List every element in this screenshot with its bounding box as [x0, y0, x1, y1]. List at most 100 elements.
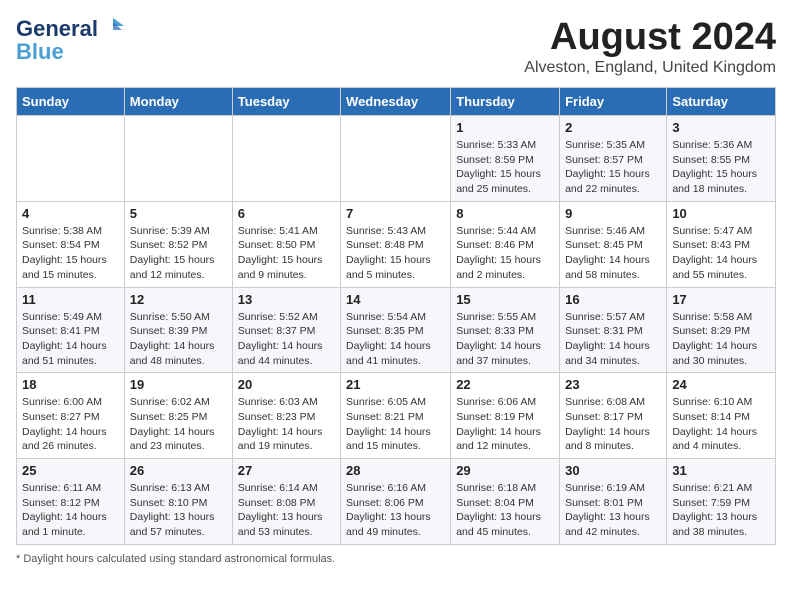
- day-cell: 27 Sunrise: 6:14 AMSunset: 8:08 PMDayligh…: [232, 459, 340, 545]
- day-number: 14: [346, 292, 445, 307]
- logo-bird-icon: [102, 16, 124, 36]
- day-info: Sunrise: 5:49 AMSunset: 8:41 PMDaylight:…: [22, 310, 119, 369]
- day-number: 7: [346, 206, 445, 221]
- day-number: 31: [672, 463, 770, 478]
- weekday-header-wednesday: Wednesday: [341, 88, 451, 116]
- day-info: Sunrise: 5:39 AMSunset: 8:52 PMDaylight:…: [130, 224, 227, 283]
- week-row-2: 4Sunrise: 5:38 AMSunset: 8:54 PMDaylight…: [17, 201, 776, 287]
- page-header: General Blue August 2024 Alveston, Engla…: [16, 16, 776, 77]
- day-number: 24: [672, 377, 770, 392]
- day-info: Sunrise: 5:41 AMSunset: 8:50 PMDaylight:…: [238, 224, 335, 283]
- day-info: Sunrise: 6:19 AMSunset: 8:01 PMDaylight:…: [565, 481, 661, 540]
- day-number: 18: [22, 377, 119, 392]
- day-info: Sunrise: 6:13 AMSunset: 8:10 PMDaylight:…: [130, 481, 227, 540]
- logo: General Blue: [16, 16, 124, 63]
- day-info: Sunrise: 5:58 AMSunset: 8:29 PMDaylight:…: [672, 310, 770, 369]
- weekday-header-tuesday: Tuesday: [232, 88, 340, 116]
- day-cell: 25Sunrise: 6:11 AMSunset: 8:12 PMDayligh…: [17, 459, 125, 545]
- day-cell: 13 Sunrise: 5:52 AMSunset: 8:37 PMDayligh…: [232, 287, 340, 373]
- day-info: Sunrise: 6:16 AMSunset: 8:06 PMDaylight:…: [346, 481, 445, 540]
- day-cell: 2 Sunrise: 5:35 AMSunset: 8:57 PMDaylight…: [560, 116, 667, 202]
- day-cell: 3Sunrise: 5:36 AMSunset: 8:55 PMDaylight…: [667, 116, 776, 202]
- location-title: Alveston, England, United Kingdom: [524, 59, 776, 77]
- day-number: 20: [238, 377, 335, 392]
- day-info: Sunrise: 6:21 AMSunset: 7:59 PMDaylight:…: [672, 481, 770, 540]
- day-number: 26: [130, 463, 227, 478]
- weekday-header-monday: Monday: [124, 88, 232, 116]
- week-row-1: 1Sunrise: 5:33 AMSunset: 8:59 PMDaylight…: [17, 116, 776, 202]
- day-info: Sunrise: 6:00 AMSunset: 8:27 PMDaylight:…: [22, 395, 119, 454]
- day-cell: [232, 116, 340, 202]
- day-number: 10: [672, 206, 770, 221]
- day-cell: 20Sunrise: 6:03 AMSunset: 8:23 PMDayligh…: [232, 373, 340, 459]
- day-info: Sunrise: 5:55 AMSunset: 8:33 PMDaylight:…: [456, 310, 554, 369]
- day-cell: 12 Sunrise: 5:50 AMSunset: 8:39 PMDayligh…: [124, 287, 232, 373]
- day-cell: 5 Sunrise: 5:39 AMSunset: 8:52 PMDaylight…: [124, 201, 232, 287]
- day-info: Sunrise: 6:10 AMSunset: 8:14 PMDaylight:…: [672, 395, 770, 454]
- day-info: Sunrise: 5:35 AMSunset: 8:57 PMDaylight:…: [565, 138, 661, 197]
- day-info: Sunrise: 5:44 AMSunset: 8:46 PMDaylight:…: [456, 224, 554, 283]
- day-cell: 21Sunrise: 6:05 AMSunset: 8:21 PMDayligh…: [341, 373, 451, 459]
- day-cell: 19Sunrise: 6:02 AMSunset: 8:25 PMDayligh…: [124, 373, 232, 459]
- day-cell: 16 Sunrise: 5:57 AMSunset: 8:31 PMDayligh…: [560, 287, 667, 373]
- day-cell: 10 Sunrise: 5:47 AMSunset: 8:43 PMDayligh…: [667, 201, 776, 287]
- weekday-header-friday: Friday: [560, 88, 667, 116]
- day-cell: 29 Sunrise: 6:18 AMSunset: 8:04 PMDayligh…: [451, 459, 560, 545]
- day-info: Sunrise: 5:52 AMSunset: 8:37 PMDaylight:…: [238, 310, 335, 369]
- day-cell: 15 Sunrise: 5:55 AMSunset: 8:33 PMDayligh…: [451, 287, 560, 373]
- day-cell: [124, 116, 232, 202]
- day-number: 8: [456, 206, 554, 221]
- day-cell: 4Sunrise: 5:38 AMSunset: 8:54 PMDaylight…: [17, 201, 125, 287]
- day-cell: 28Sunrise: 6:16 AMSunset: 8:06 PMDayligh…: [341, 459, 451, 545]
- day-number: 30: [565, 463, 661, 478]
- weekday-header-thursday: Thursday: [451, 88, 560, 116]
- day-cell: 1Sunrise: 5:33 AMSunset: 8:59 PMDaylight…: [451, 116, 560, 202]
- day-number: 13: [238, 292, 335, 307]
- day-number: 25: [22, 463, 119, 478]
- day-info: Sunrise: 5:38 AMSunset: 8:54 PMDaylight:…: [22, 224, 119, 283]
- day-info: Sunrise: 5:36 AMSunset: 8:55 PMDaylight:…: [672, 138, 770, 197]
- day-cell: 30 Sunrise: 6:19 AMSunset: 8:01 PMDayligh…: [560, 459, 667, 545]
- day-info: Sunrise: 5:57 AMSunset: 8:31 PMDaylight:…: [565, 310, 661, 369]
- day-number: 27: [238, 463, 335, 478]
- day-cell: 17Sunrise: 5:58 AMSunset: 8:29 PMDayligh…: [667, 287, 776, 373]
- day-number: 2: [565, 120, 661, 135]
- day-number: 11: [22, 292, 119, 307]
- day-number: 5: [130, 206, 227, 221]
- weekday-header-sunday: Sunday: [17, 88, 125, 116]
- week-row-4: 18 Sunrise: 6:00 AMSunset: 8:27 PMDayligh…: [17, 373, 776, 459]
- day-number: 16: [565, 292, 661, 307]
- day-cell: 9 Sunrise: 5:46 AMSunset: 8:45 PMDaylight…: [560, 201, 667, 287]
- day-info: Sunrise: 6:14 AMSunset: 8:08 PMDaylight:…: [238, 481, 335, 540]
- day-number: 6: [238, 206, 335, 221]
- day-info: Sunrise: 6:08 AMSunset: 8:17 PMDaylight:…: [565, 395, 661, 454]
- day-cell: 14 Sunrise: 5:54 AMSunset: 8:35 PMDayligh…: [341, 287, 451, 373]
- day-cell: 11 Sunrise: 5:49 AMSunset: 8:41 PMDayligh…: [17, 287, 125, 373]
- day-number: 29: [456, 463, 554, 478]
- day-info: Sunrise: 5:47 AMSunset: 8:43 PMDaylight:…: [672, 224, 770, 283]
- day-cell: 6 Sunrise: 5:41 AMSunset: 8:50 PMDaylight…: [232, 201, 340, 287]
- day-info: Sunrise: 5:54 AMSunset: 8:35 PMDaylight:…: [346, 310, 445, 369]
- day-number: 23: [565, 377, 661, 392]
- day-number: 12: [130, 292, 227, 307]
- day-info: Sunrise: 6:18 AMSunset: 8:04 PMDaylight:…: [456, 481, 554, 540]
- footer-text: Daylight hours: [23, 553, 93, 565]
- day-cell: 31 Sunrise: 6:21 AMSunset: 7:59 PMDayligh…: [667, 459, 776, 545]
- day-number: 15: [456, 292, 554, 307]
- day-cell: 24 Sunrise: 6:10 AMSunset: 8:14 PMDayligh…: [667, 373, 776, 459]
- day-cell: [17, 116, 125, 202]
- calendar-table: SundayMondayTuesdayWednesdayThursdayFrid…: [16, 87, 776, 545]
- day-cell: [341, 116, 451, 202]
- day-number: 9: [565, 206, 661, 221]
- day-cell: 18 Sunrise: 6:00 AMSunset: 8:27 PMDayligh…: [17, 373, 125, 459]
- day-cell: 7Sunrise: 5:43 AMSunset: 8:48 PMDaylight…: [341, 201, 451, 287]
- day-info: Sunrise: 5:50 AMSunset: 8:39 PMDaylight:…: [130, 310, 227, 369]
- footer-note: * Daylight hours calculated using standa…: [16, 553, 776, 565]
- day-number: 19: [130, 377, 227, 392]
- weekday-header-saturday: Saturday: [667, 88, 776, 116]
- day-info: Sunrise: 5:46 AMSunset: 8:45 PMDaylight:…: [565, 224, 661, 283]
- day-cell: 26 Sunrise: 6:13 AMSunset: 8:10 PMDayligh…: [124, 459, 232, 545]
- day-cell: 22Sunrise: 6:06 AMSunset: 8:19 PMDayligh…: [451, 373, 560, 459]
- day-number: 1: [456, 120, 554, 135]
- week-row-5: 25Sunrise: 6:11 AMSunset: 8:12 PMDayligh…: [17, 459, 776, 545]
